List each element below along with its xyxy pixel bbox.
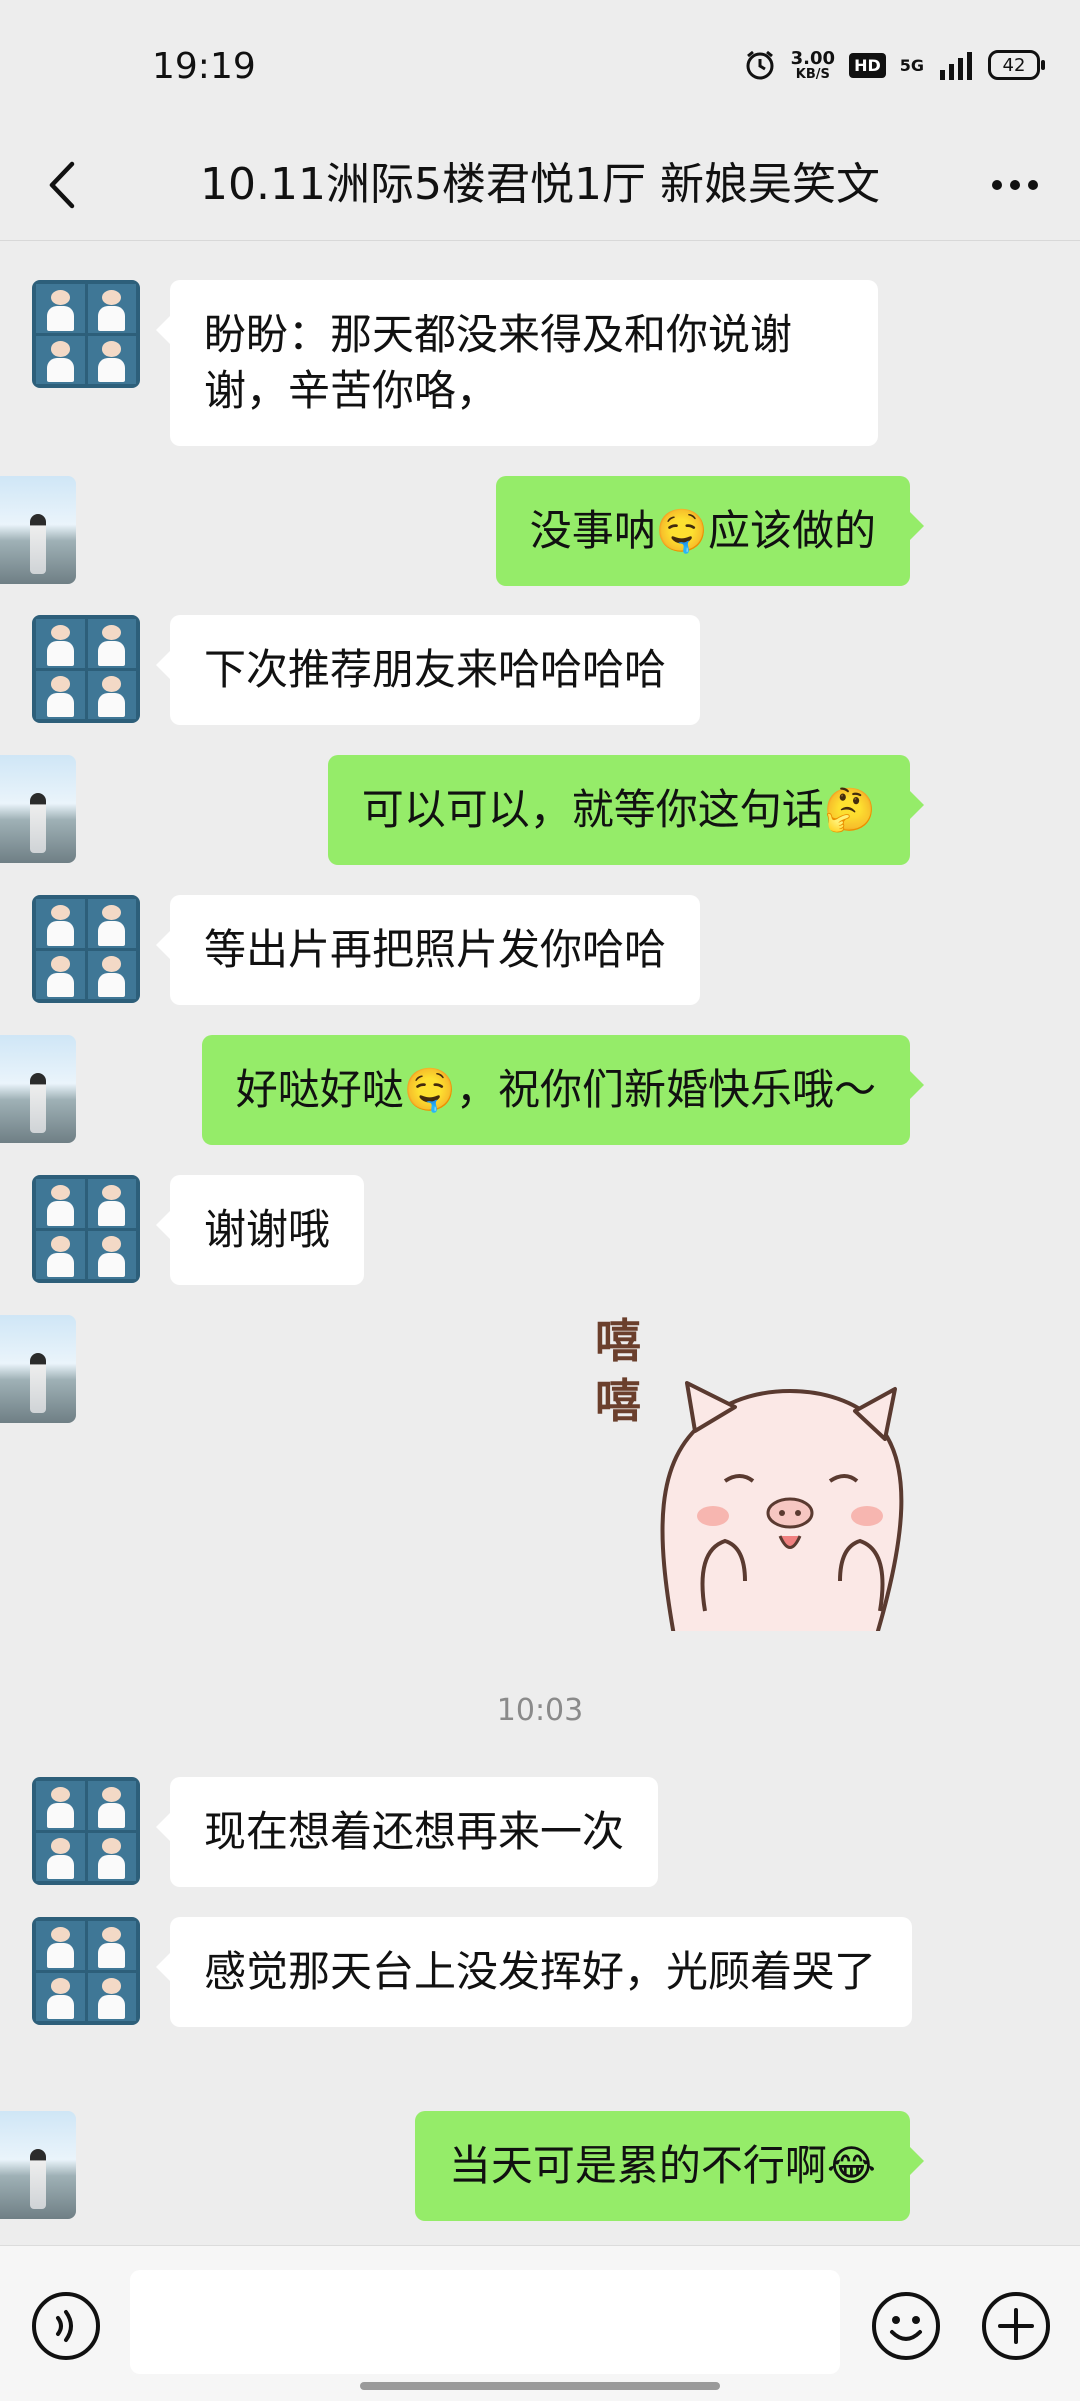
contact-avatar[interactable] — [32, 895, 140, 1003]
message-row: 没事呐🤤应该做的 — [0, 476, 1080, 586]
contact-avatar[interactable] — [32, 1917, 140, 2025]
plus-icon[interactable] — [980, 2290, 1052, 2362]
speed-unit: KB/S — [795, 66, 830, 82]
my-avatar[interactable] — [0, 2111, 76, 2219]
signal-icon — [940, 52, 972, 80]
received-message-bubble[interactable]: 等出片再把照片发你哈哈 — [155, 895, 701, 1005]
message-row: 当天可是累的不行啊😂 — [0, 2111, 1080, 2221]
message-row: 好哒好哒🤤，祝你们新婚快乐哦～ — [0, 1035, 1080, 1145]
contact-avatar[interactable] — [32, 615, 140, 723]
status-bar: 19:19 3.00 KB/S HD 5G 42 — [0, 0, 1080, 130]
received-message-bubble[interactable]: 现在想着还想再来一次 — [155, 1777, 659, 1887]
my-avatar[interactable] — [0, 1035, 76, 1143]
sent-message-bubble[interactable]: 好哒好哒🤤，祝你们新婚快乐哦～ — [201, 1035, 925, 1145]
hd-badge: HD — [849, 52, 886, 78]
speed-value: 3.00 — [790, 47, 836, 69]
network-speed: 3.00 KB/S — [790, 47, 836, 82]
contact-avatar[interactable] — [32, 1175, 140, 1283]
message-list[interactable]: 盼盼：那天都没来得及和你说谢谢，辛苦你咯， 没事呐🤤应该做的 下次推荐朋友来哈哈… — [0, 241, 1080, 2240]
status-icons: 3.00 KB/S HD 5G 42 — [743, 47, 1045, 82]
sent-message-bubble[interactable]: 可以可以，就等你这句话🤔 — [327, 755, 925, 865]
chat-title: 10.11洲际5楼君悦1厅 新娘吴笑文 — [200, 159, 880, 210]
sent-message-bubble[interactable]: 当天可是累的不行啊😂 — [414, 2111, 925, 2221]
home-indicator[interactable] — [360, 2382, 720, 2390]
sent-message-bubble[interactable]: 没事呐🤤应该做的 — [495, 476, 925, 586]
emoji-icon[interactable] — [870, 2290, 942, 2362]
received-message-bubble[interactable]: 感觉那天台上没发挥好，光顾着哭了 — [156, 1917, 912, 2027]
back-chevron-icon[interactable] — [30, 150, 100, 220]
alarm-icon — [746, 50, 774, 80]
chat-header: 10.11洲际5楼君悦1厅 新娘吴笑文 — [0, 130, 1080, 241]
pig-sticker[interactable]: 嘻嘻 — [595, 1311, 915, 1631]
input-bar — [0, 2245, 1080, 2401]
network-type: 5G — [899, 55, 924, 75]
time-divider: 10:03 — [496, 1693, 584, 1728]
received-message-bubble[interactable]: 下次推荐朋友来哈哈哈哈 — [155, 615, 701, 725]
contact-avatar[interactable] — [32, 280, 140, 388]
status-time: 19:19 — [152, 46, 256, 87]
more-dots-icon[interactable] — [980, 150, 1050, 220]
battery-icon: 42 — [988, 50, 1045, 80]
message-row: 可以可以，就等你这句话🤔 — [0, 755, 1080, 865]
received-message-bubble[interactable]: 谢谢哦 — [155, 1175, 365, 1285]
voice-icon[interactable] — [30, 2290, 102, 2362]
message-row — [0, 1315, 1080, 1423]
contact-avatar[interactable] — [32, 1777, 140, 1885]
pig-sticker-image — [660, 1381, 904, 1631]
my-avatar[interactable] — [0, 1315, 76, 1423]
received-message-bubble[interactable]: 盼盼：那天都没来得及和你说谢谢，辛苦你咯， — [156, 280, 878, 446]
my-avatar[interactable] — [0, 755, 76, 863]
my-avatar[interactable] — [0, 476, 76, 584]
message-input[interactable] — [130, 2270, 840, 2374]
